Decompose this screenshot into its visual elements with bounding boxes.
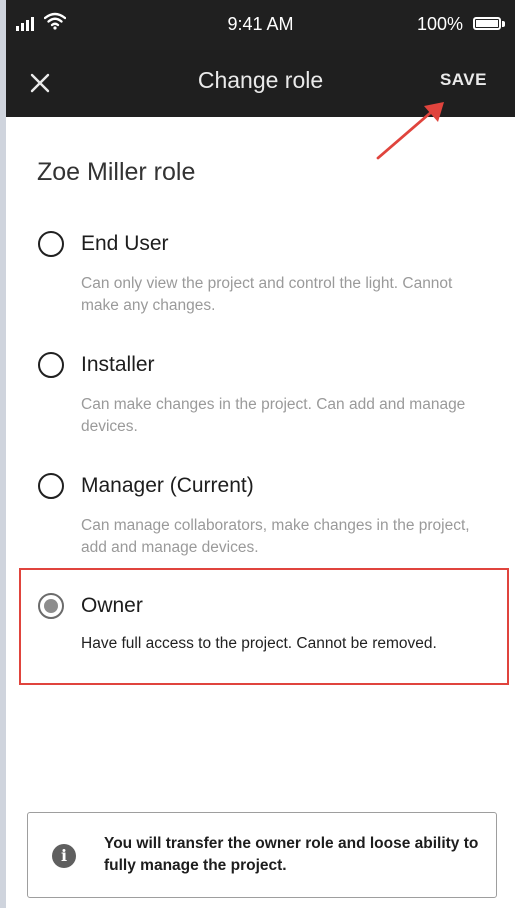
role-option-description: Can make changes in the project. Can add… (81, 396, 466, 435)
close-button[interactable] (24, 67, 56, 99)
info-banner: i You will transfer the owner role and l… (27, 812, 497, 898)
radio-button[interactable] (38, 231, 64, 257)
annotation-arrow-icon (376, 102, 444, 160)
radio-button-selected[interactable] (38, 593, 64, 619)
role-option-description: Have full access to the project. Cannot … (81, 635, 437, 652)
page-title: Change role (197, 67, 324, 93)
role-option-description: Can manage collaborators, make changes i… (81, 517, 470, 556)
annotation-highlight-box (19, 568, 509, 685)
battery-percentage: 100% (416, 14, 463, 34)
info-icon: i (52, 844, 76, 868)
status-bar: 9:41 AM 100% (6, 0, 515, 50)
role-option-label: End User (81, 232, 169, 255)
role-section-title: Zoe Miller role (37, 158, 196, 186)
save-button[interactable]: SAVE (440, 70, 487, 90)
phone-screen: 9:41 AM 100% Change role SAVE Zoe Miller… (6, 0, 515, 908)
role-option-label: Owner (81, 594, 143, 617)
role-option-description: Can only view the project and control th… (81, 275, 453, 314)
info-banner-text: You will transfer the owner role and loo… (104, 835, 479, 874)
role-option-label: Manager (Current) (81, 474, 254, 497)
role-option-label: Installer (81, 353, 155, 376)
radio-button[interactable] (38, 352, 64, 378)
close-icon (30, 73, 50, 93)
radio-button[interactable] (38, 473, 64, 499)
battery-icon (473, 17, 501, 30)
